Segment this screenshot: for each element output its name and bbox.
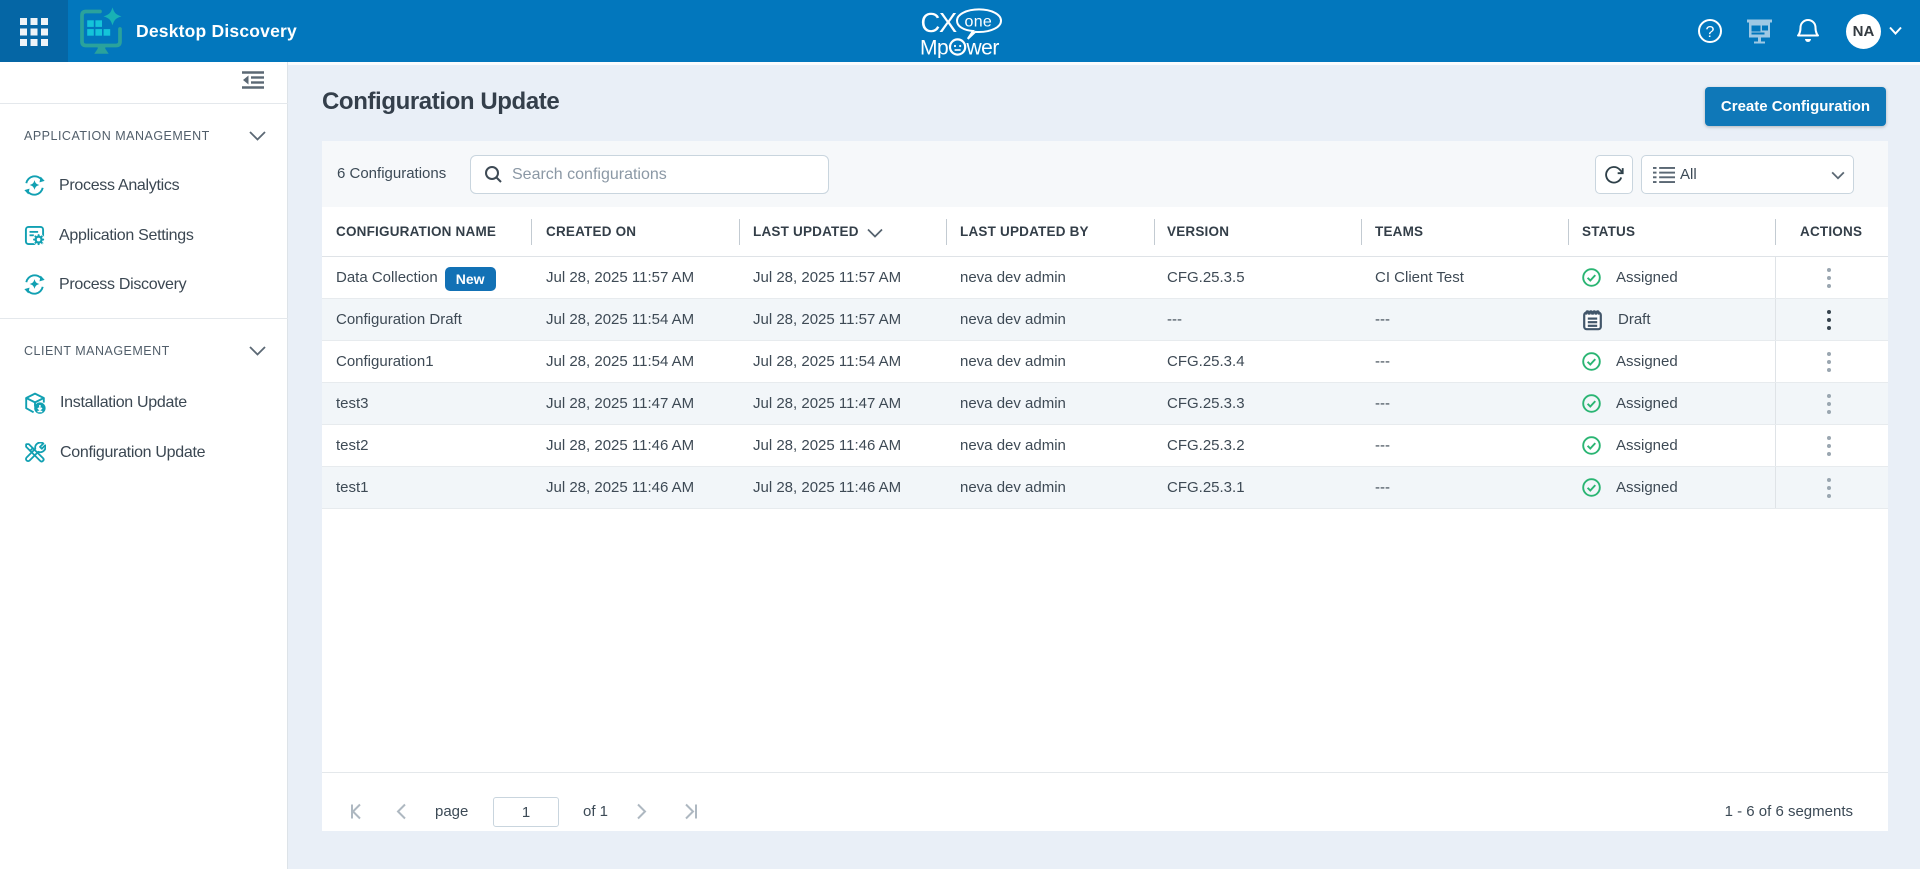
svg-text:Mp: Mp	[921, 37, 948, 59]
svg-text:wer: wer	[966, 37, 1000, 59]
svg-text:?: ?	[1706, 24, 1715, 41]
svg-text:one: one	[965, 14, 993, 31]
svg-text:CX: CX	[921, 7, 957, 38]
